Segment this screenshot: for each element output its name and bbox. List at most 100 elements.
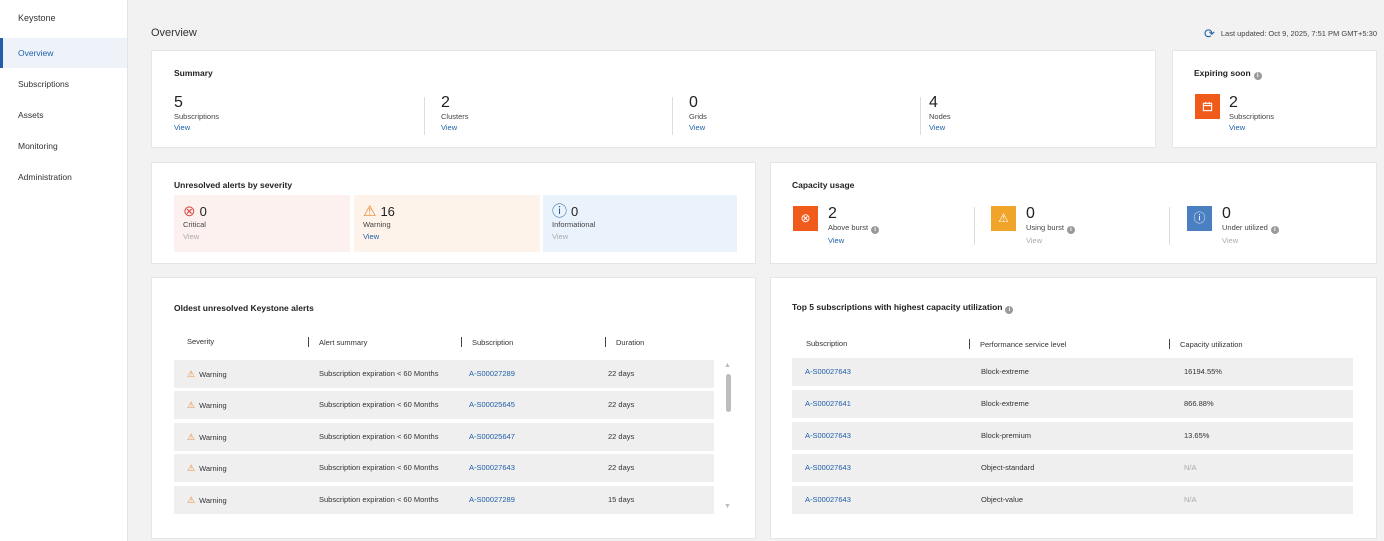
top-subscriptions-header: Subscription Performance service level C… [793,339,1353,351]
under-utilized-stat: 0 Under utilized i View [1222,206,1279,245]
column-separator [969,339,970,349]
warning-alerts: ⚠ 16 Warning View [354,195,540,252]
stat-label: Nodes [929,112,951,121]
warning-icon: ⚠ [187,432,196,442]
table-row[interactable]: A-S00027641 Block-extreme 866.88% [792,390,1353,418]
above-burst-label-wrap: Above burst i [828,223,880,234]
expiring-soon-title-text: Expiring soon [1194,68,1251,78]
capacity-usage-card: Capacity usage ⊗ 2 Above burst i View ⚠ 0… [770,162,1377,264]
page-title: Overview [151,27,197,39]
critical-alerts: ⊗ 0 Critical View [174,195,350,252]
top-subscriptions-card: Top 5 subscriptions with highest capacit… [770,277,1377,539]
sidebar-item-administration[interactable]: Administration [0,162,127,192]
main-content: Overview ⟳ Last updated: Oct 9, 2025, 7:… [128,0,1384,541]
col-duration-label: Duration [616,338,645,347]
refresh-icon[interactable]: ⟳ [1204,27,1215,40]
table-scrollbar[interactable]: ▲ ▼ [723,360,733,514]
severity-text: Warning [199,496,227,505]
info-icon[interactable]: i [1270,226,1279,234]
warning-icon: ⚠ [187,495,196,505]
subscription-link[interactable]: A-S00027643 [805,422,851,450]
capacity-usage-title: Capacity usage [792,180,855,190]
subscription-link[interactable]: A-S00027289 [469,486,515,514]
view-subscriptions-link[interactable]: View [174,123,219,132]
table-row[interactable]: A-S00027643 Block-premium 13.65% [792,422,1353,450]
view-under-utilized-link[interactable]: View [1222,236,1279,245]
view-above-burst-link[interactable]: View [828,236,879,245]
subscription-link[interactable]: A-S00027643 [805,358,851,386]
summary-title: Summary [174,68,213,78]
severity-cell: ⚠ Warning [187,391,227,420]
under-utilized-icon: ⓘ [1187,206,1212,231]
column-separator [1169,339,1170,349]
col-duration[interactable]: Duration [605,337,644,347]
view-grids-link[interactable]: View [689,123,707,132]
scroll-down-icon[interactable]: ▼ [724,503,731,510]
table-row[interactable]: A-S00027643 Object-value N/A [792,486,1353,514]
sidebar-item-subscriptions[interactable]: Subscriptions [0,69,127,99]
summary-cell: Subscription expiration < 60 Months [319,369,439,378]
table-row[interactable]: ⚠ Warning Subscription expiration < 60 Mo… [174,423,714,451]
calendar-icon [1195,94,1220,119]
subscription-link[interactable]: A-S00025645 [469,391,515,419]
table-row[interactable]: A-S00027643 Block-extreme 16194.55% [792,358,1353,386]
subscription-link[interactable]: A-S00027641 [805,390,851,418]
expiring-label: Subscriptions [1229,112,1275,121]
table-row[interactable]: ⚠ Warning Subscription expiration < 60 Mo… [174,391,714,419]
severity-text: Warning [199,370,227,379]
view-warning-link[interactable]: View [363,232,540,241]
col-capacity-utilization-label: Capacity utilization [1180,340,1243,349]
expiring-soon-card: Expiring soon i 2 Subscriptions View [1172,50,1377,148]
sidebar-item-monitoring[interactable]: Monitoring [0,131,127,161]
view-using-burst-link[interactable]: View [1026,236,1075,245]
info-icon[interactable]: i [1005,306,1014,314]
utilization-cell: 16194.55% [1184,367,1222,376]
scroll-thumb[interactable] [726,374,731,412]
subscription-link[interactable]: A-S00027289 [469,360,515,388]
sidebar-item-overview[interactable]: Overview [0,38,127,68]
expiring-stat: 2 Subscriptions View [1229,94,1275,133]
col-capacity-utilization[interactable]: Capacity utilization [1169,339,1243,349]
severity-text: Warning [199,401,227,410]
col-subscription[interactable]: Subscription [461,337,513,347]
severity-text: Warning [199,433,227,442]
view-informational-link[interactable]: View [552,232,737,241]
col-performance-level[interactable]: Performance service level [969,339,1066,349]
informational-alerts: ⓘ 0 Informational View [543,195,737,252]
duration-cell: 22 days [608,463,635,472]
info-icon[interactable]: i [1253,72,1262,80]
column-separator [605,337,606,347]
subscription-link[interactable]: A-S00027643 [469,454,515,482]
duration-cell: 22 days [608,400,635,409]
using-burst-icon: ⚠ [991,206,1016,231]
info-icon[interactable]: i [1066,226,1075,234]
sidebar-item-assets[interactable]: Assets [0,100,127,130]
sidebar: Keystone Overview Subscriptions Assets M… [0,0,128,541]
summary-cell: Subscription expiration < 60 Months [319,432,439,441]
using-burst-stat: 0 Using burst i View [1026,206,1075,245]
severity-cell: ⚠ Warning [187,423,227,452]
scroll-up-icon[interactable]: ▲ [724,362,731,369]
duration-cell: 15 days [608,495,635,504]
col-subscription[interactable]: Subscription [806,339,847,348]
view-expiring-link[interactable]: View [1229,123,1274,132]
divider [974,207,975,245]
table-row[interactable]: ⚠ Warning Subscription expiration < 60 Mo… [174,360,714,388]
above-burst-label: Above burst [828,223,869,232]
subscription-link[interactable]: A-S00027643 [805,454,851,482]
view-nodes-link[interactable]: View [929,123,951,132]
view-clusters-link[interactable]: View [441,123,469,132]
table-row[interactable]: A-S00027643 Object-standard N/A [792,454,1353,482]
col-severity[interactable]: Severity [187,337,214,346]
expiring-soon-title: Expiring soon i [1194,68,1262,80]
utilization-cell: 866.88% [1184,399,1214,408]
subscription-link[interactable]: A-S00025647 [469,423,515,451]
table-row[interactable]: ⚠ Warning Subscription expiration < 60 Mo… [174,486,714,514]
col-alert-summary[interactable]: Alert summary [308,337,367,347]
expiring-value: 2 [1229,94,1238,111]
info-icon[interactable]: i [871,226,880,234]
view-critical-link[interactable]: View [183,232,350,241]
table-row[interactable]: ⚠ Warning Subscription expiration < 60 Mo… [174,454,714,482]
critical-count: 0 [199,204,207,219]
subscription-link[interactable]: A-S00027643 [805,486,851,514]
